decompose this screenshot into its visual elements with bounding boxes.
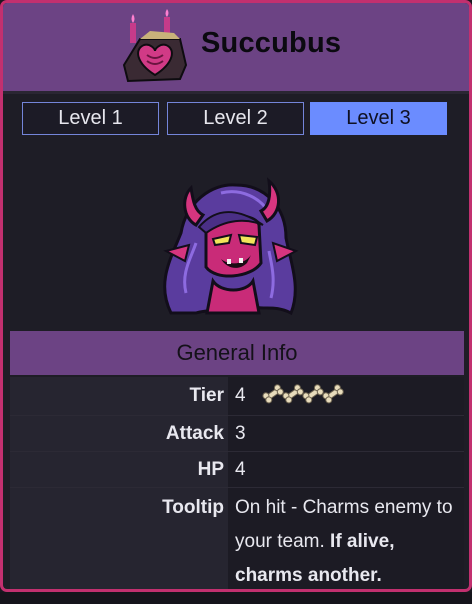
level-tabs: Level 1 Level 2 Level 3 [22,102,450,137]
bone-icon [262,384,344,404]
tooltip-value: On hit - Charms enemy to your team. If a… [228,488,464,589]
info-row-hp: HP 4 [10,452,464,488]
section-general-info: General Info [10,331,464,375]
page-bottom-strip [0,592,472,604]
tab-level-1[interactable]: Level 1 [22,102,159,135]
tier-value-cell: 4 [228,377,464,415]
info-row-tier: Tier 4 [10,377,464,416]
hp-label: HP [10,452,228,487]
info-row-tooltip: Tooltip On hit - Charms enemy to your te… [10,488,464,589]
tooltip-label: Tooltip [10,488,228,589]
unit-title: Succubus [201,27,342,59]
succubus-emblem-icon [122,9,188,83]
attack-value: 3 [228,416,464,451]
succubus-portrait [163,177,299,316]
card-header: Succubus [3,3,469,94]
tier-value: 4 [235,385,246,406]
tab-level-3[interactable]: Level 3 [310,102,447,135]
info-row-attack: Attack 3 [10,416,464,452]
info-table: Tier 4 Attack 3 HP 4 Tooltip On hit - Ch… [10,377,464,589]
tier-label: Tier [10,377,228,415]
attack-label: Attack [10,416,228,451]
hp-value: 4 [228,452,464,487]
unit-card: Succubus Level 1 Level 2 Level 3 General… [0,0,472,592]
tab-level-2[interactable]: Level 2 [167,102,304,135]
